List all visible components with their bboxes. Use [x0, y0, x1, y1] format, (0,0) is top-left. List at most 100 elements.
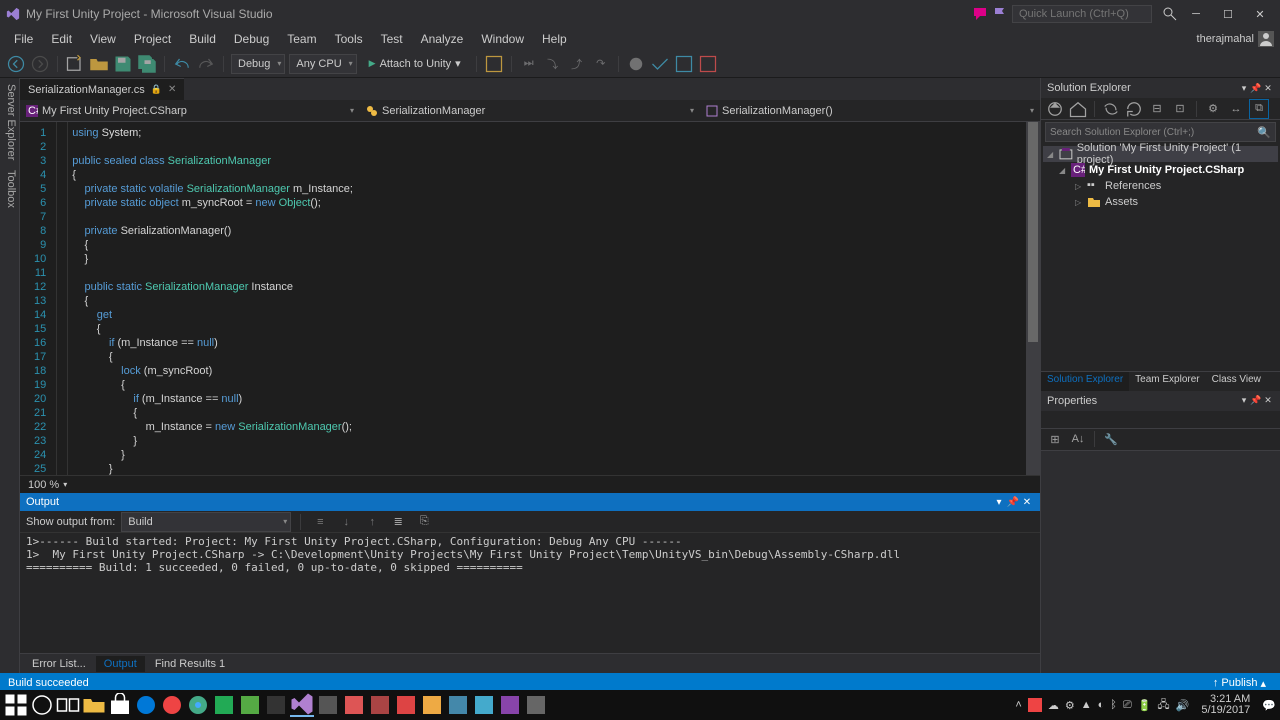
tray-clock[interactable]: 3:21 AM5/19/2017 [1195, 694, 1256, 716]
se-close-icon[interactable]: ✕ [1262, 83, 1274, 94]
menu-project[interactable]: Project [126, 30, 179, 48]
tray-up-icon[interactable]: ˄ [1015, 699, 1021, 711]
tab-solution-explorer[interactable]: Solution Explorer [1041, 372, 1129, 391]
user-avatar-icon[interactable] [1258, 31, 1274, 47]
tab-output[interactable]: Output [96, 656, 145, 672]
output-source-dropdown[interactable]: Build [121, 512, 291, 532]
tray-network-icon[interactable]: 🖧 [1157, 696, 1169, 715]
nav-project[interactable]: C# My First Unity Project.CSharp [20, 105, 360, 117]
tray-icon-6[interactable]: ⎚ [1123, 699, 1132, 712]
scrollbar-vertical[interactable] [1026, 122, 1040, 475]
app-icon-3[interactable] [238, 693, 262, 717]
edge-icon[interactable] [134, 693, 158, 717]
editor-tab[interactable]: SerializationManager.cs 🔒 ✕ [20, 78, 184, 100]
attach-to-unity-button[interactable]: Attach to Unity ▾ [361, 54, 469, 74]
new-project-icon[interactable] [65, 54, 85, 74]
menu-edit[interactable]: Edit [43, 30, 80, 48]
bp-icon-3[interactable] [674, 54, 694, 74]
se-preview-icon[interactable]: ⧉ [1249, 99, 1269, 119]
nav-member[interactable]: SerializationManager() [700, 105, 1040, 117]
bp-icon-4[interactable] [698, 54, 718, 74]
nav-fwd-icon[interactable] [30, 54, 50, 74]
se-search-input[interactable]: Search Solution Explorer (Ctrl+;) 🔍 [1045, 122, 1276, 142]
app-icon-9[interactable] [420, 693, 444, 717]
zoom-display[interactable]: 100 % [28, 479, 59, 491]
se-sync-icon[interactable] [1101, 99, 1121, 119]
taskview-icon[interactable] [56, 693, 80, 717]
menu-file[interactable]: File [6, 30, 41, 48]
platform-dropdown[interactable]: Any CPU [289, 54, 356, 74]
app-icon-2[interactable] [212, 693, 236, 717]
app-icon-11[interactable] [472, 693, 496, 717]
app-icon-4[interactable] [264, 693, 288, 717]
quick-launch-input[interactable] [1012, 5, 1152, 23]
menu-view[interactable]: View [82, 30, 124, 48]
output-close-icon[interactable]: ✕ [1020, 497, 1034, 508]
tray-icon-2[interactable]: ☁ [1048, 699, 1059, 712]
tray-icon-5[interactable]: ◐ [1098, 699, 1105, 711]
save-all-icon[interactable] [137, 54, 157, 74]
code-editor[interactable]: 1234567891011121314151617181920212223242… [20, 122, 1040, 475]
app-icon-6[interactable] [342, 693, 366, 717]
out-tool-4[interactable]: ≣ [388, 512, 408, 532]
user-name[interactable]: therajmahal [1197, 33, 1254, 45]
app-icon-12[interactable] [498, 693, 522, 717]
out-tool-3[interactable]: ↑ [362, 512, 382, 532]
step-icon-2[interactable]: ⤵ [543, 54, 563, 74]
se-pin-icon[interactable]: 📌 [1250, 83, 1262, 94]
feedback-icon[interactable] [972, 6, 988, 22]
props-az-icon[interactable]: A↓ [1068, 429, 1088, 449]
step-icon-4[interactable]: ↷ [591, 54, 611, 74]
open-icon[interactable] [89, 54, 109, 74]
props-close-icon[interactable]: ✕ [1262, 395, 1274, 406]
toolbox-tab[interactable]: Toolbox [2, 170, 17, 208]
bp-icon[interactable] [626, 54, 646, 74]
se-collapse-icon[interactable]: ⊟ [1147, 99, 1167, 119]
se-view-icon[interactable]: ↔ [1226, 99, 1246, 119]
save-icon[interactable] [113, 54, 133, 74]
explorer-icon[interactable] [82, 693, 106, 717]
tab-close-icon[interactable]: ✕ [168, 84, 176, 95]
nav-class[interactable]: SerializationManager [360, 105, 700, 117]
maximize-button[interactable]: ☐ [1214, 4, 1242, 24]
se-refresh-icon[interactable] [1124, 99, 1144, 119]
tab-class-view[interactable]: Class View [1206, 372, 1267, 391]
menu-build[interactable]: Build [181, 30, 224, 48]
menu-analyze[interactable]: Analyze [413, 30, 472, 48]
redo-icon[interactable] [196, 54, 216, 74]
source-text[interactable]: using System;public sealed class Seriali… [68, 122, 1040, 475]
se-dropdown-icon[interactable]: ▾ [1238, 83, 1250, 94]
output-dropdown-icon[interactable]: ▾ [992, 497, 1006, 508]
tray-volume-icon[interactable]: 🔊 [1176, 699, 1190, 712]
menu-tools[interactable]: Tools [327, 30, 371, 48]
tray-bluetooth-icon[interactable]: ᛒ [1110, 699, 1117, 711]
menu-test[interactable]: Test [373, 30, 411, 48]
step-icon-3[interactable]: ⤴ [567, 54, 587, 74]
menu-debug[interactable]: Debug [226, 30, 277, 48]
out-tool-1[interactable]: ≡ [310, 512, 330, 532]
config-dropdown[interactable]: Debug [231, 54, 285, 74]
tray-icon-1[interactable] [1028, 693, 1042, 717]
menu-team[interactable]: Team [279, 30, 324, 48]
output-pin-icon[interactable]: 📌 [1006, 497, 1020, 508]
minimize-button[interactable]: ─ [1182, 4, 1210, 24]
flag-icon[interactable] [992, 6, 1008, 22]
menu-help[interactable]: Help [534, 30, 575, 48]
tray-notifications-icon[interactable]: 💬 [1262, 699, 1276, 712]
search-icon[interactable] [1162, 6, 1178, 22]
app-icon-10[interactable] [446, 693, 470, 717]
store-icon[interactable] [108, 693, 132, 717]
chrome-icon[interactable] [186, 693, 210, 717]
app-icon-8[interactable] [394, 693, 418, 717]
se-props-icon[interactable]: ⚙ [1203, 99, 1223, 119]
output-body[interactable]: 1>------ Build started: Project: My Firs… [20, 533, 1040, 653]
bp-icon-2[interactable] [650, 54, 670, 74]
tray-icon-4[interactable]: ▲ [1081, 699, 1092, 711]
props-pin-icon[interactable]: 📌 [1250, 395, 1262, 406]
tab-errorlist[interactable]: Error List... [24, 656, 94, 672]
menu-window[interactable]: Window [473, 30, 532, 48]
nav-back-icon[interactable] [6, 54, 26, 74]
tray-icon-3[interactable]: ⚙ [1065, 699, 1075, 712]
publish-button[interactable]: ↑ Publish ▴ [1207, 677, 1272, 690]
tool-icon-1[interactable] [484, 54, 504, 74]
